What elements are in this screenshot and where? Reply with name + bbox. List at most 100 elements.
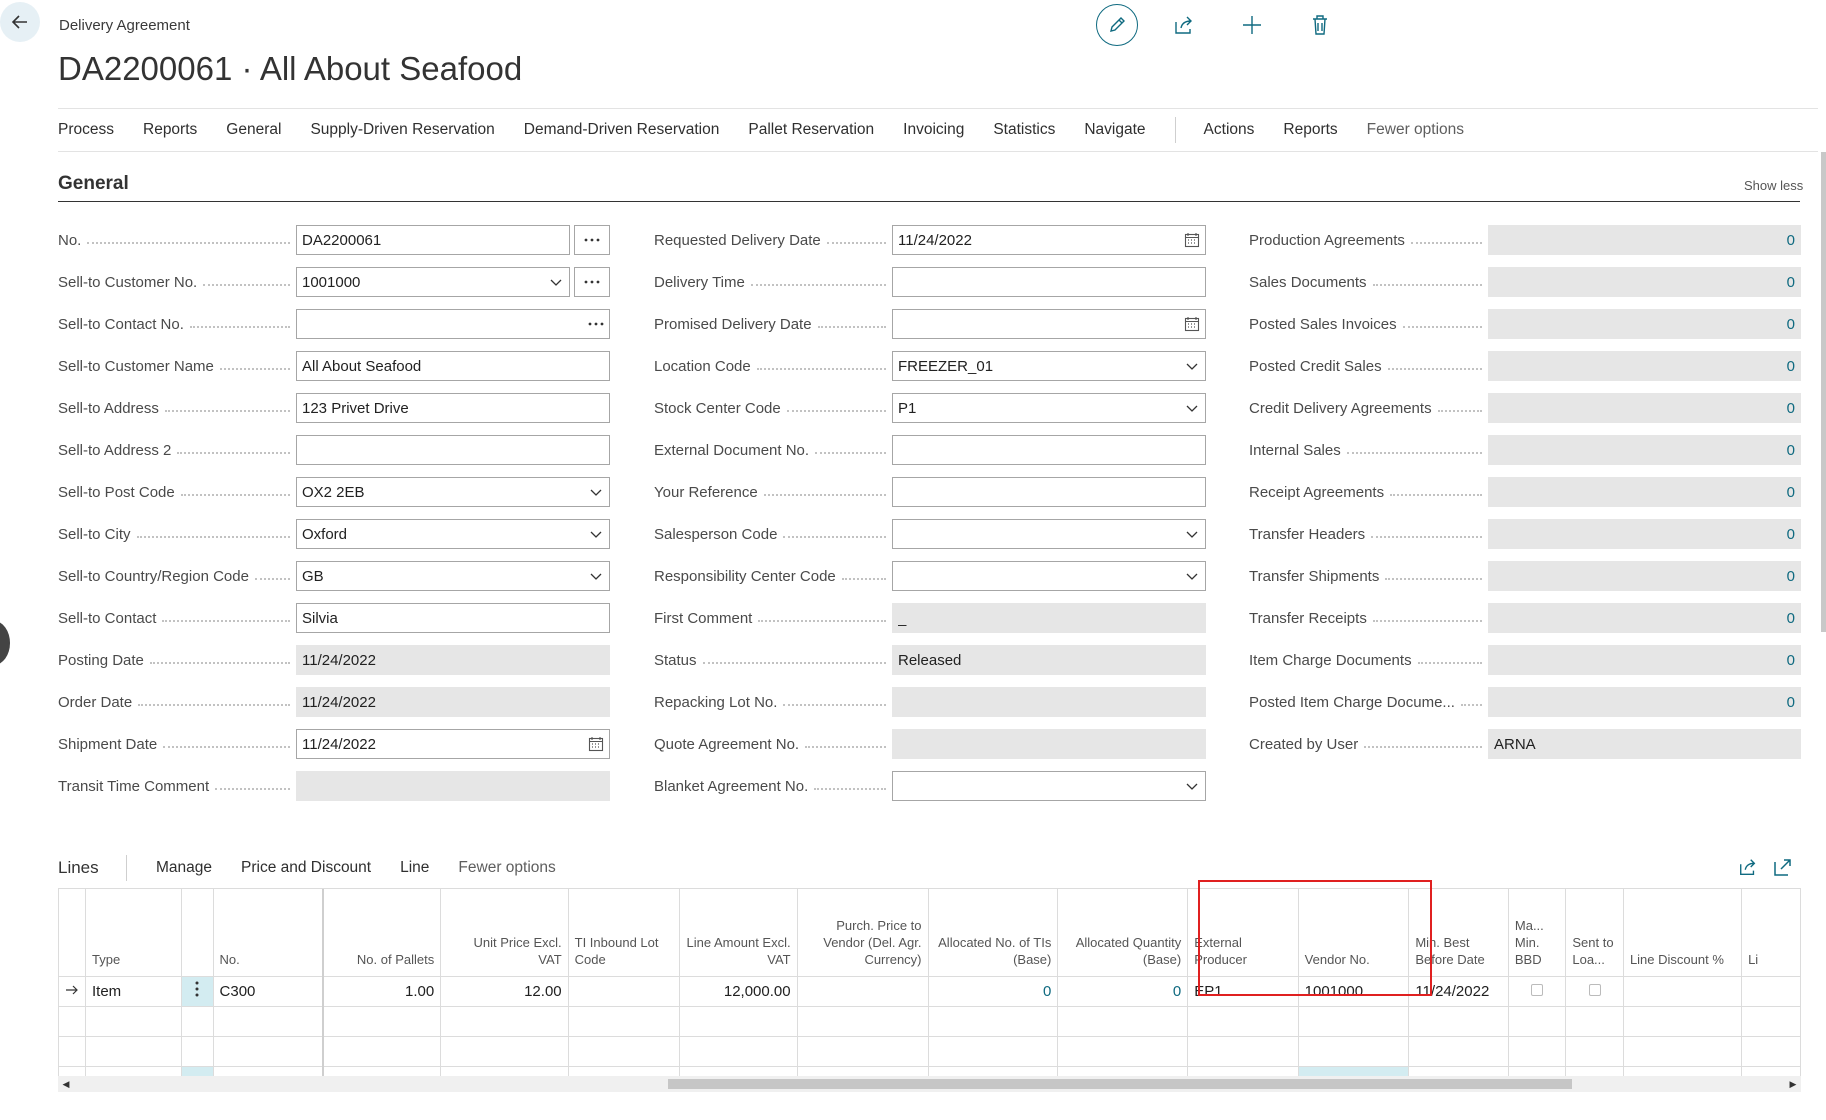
scrollbar-thumb[interactable]: [668, 1079, 1572, 1089]
lines-share-button[interactable]: [1737, 856, 1759, 878]
cell-ti-lot[interactable]: [568, 975, 680, 1006]
col-header-pallets[interactable]: No. of Pallets: [322, 889, 442, 976]
col-header-ma-min-bbd[interactable]: Ma... Min. BBD: [1508, 889, 1567, 976]
col-header-unit-price[interactable]: Unit Price Excl. VAT: [440, 889, 569, 976]
cell-line-amount[interactable]: 12,000.00: [679, 975, 798, 1006]
sell-to-customer-no-field[interactable]: 1001000: [296, 267, 570, 297]
table-row[interactable]: [59, 1005, 1801, 1036]
col-header-sent-to-loa[interactable]: Sent to Loa...: [1565, 889, 1624, 976]
sell-to-contact-no-field[interactable]: [296, 309, 610, 339]
external-document-no-field[interactable]: [892, 435, 1206, 465]
sell-to-city-field[interactable]: Oxford: [296, 519, 610, 549]
col-header-purch-price[interactable]: Purch. Price to Vendor (Del. Agr. Curren…: [797, 889, 929, 976]
lines-expand-button[interactable]: [1772, 856, 1794, 878]
menu-general[interactable]: General: [226, 121, 281, 139]
lines-menu-manage[interactable]: Manage: [156, 859, 212, 877]
sales-documents-label: Sales Documents: [1249, 272, 1482, 292]
posted-item-charge-docume-field[interactable]: 0: [1488, 687, 1801, 717]
sales-documents-field[interactable]: 0: [1488, 267, 1801, 297]
menu-reports[interactable]: Reports: [143, 121, 197, 139]
delete-button[interactable]: [1298, 4, 1342, 46]
checkbox[interactable]: [1588, 983, 1601, 996]
lines-fewer-options[interactable]: Fewer options: [458, 859, 555, 877]
posted-credit-sales-field[interactable]: 0: [1488, 351, 1801, 381]
table-row[interactable]: [59, 1035, 1801, 1066]
requested-delivery-date-field[interactable]: 11/24/2022: [892, 225, 1206, 255]
show-less-link[interactable]: Show less: [1744, 178, 1803, 193]
blanket-agreement-no-field[interactable]: [892, 771, 1206, 801]
cell-li[interactable]: [1741, 975, 1801, 1006]
lines-menu-price-discount[interactable]: Price and Discount: [241, 859, 371, 877]
menu-pallet-reservation[interactable]: Pallet Reservation: [748, 121, 874, 139]
sell-to-address-2-field[interactable]: [296, 435, 610, 465]
label-dots: [189, 326, 290, 328]
share-button[interactable]: [1162, 4, 1206, 46]
menu-demand-driven-reservation[interactable]: Demand-Driven Reservation: [524, 121, 720, 139]
col-header-line-amount[interactable]: Line Amount Excl. VAT: [679, 889, 798, 976]
menu-reports-2[interactable]: Reports: [1283, 121, 1337, 139]
cell-alloc-tis[interactable]: 0: [928, 975, 1059, 1006]
scroll-left-arrow-icon[interactable]: ◀: [58, 1076, 74, 1092]
cell-no[interactable]: C300: [213, 975, 324, 1006]
new-button[interactable]: [1230, 4, 1274, 46]
row-menu-button[interactable]: [181, 975, 214, 1006]
cell-type[interactable]: Item: [85, 975, 183, 1006]
sell-to-country-region-code-field[interactable]: GB: [296, 561, 610, 591]
your-reference-field[interactable]: [892, 477, 1206, 507]
cell-alloc-qty[interactable]: 0: [1057, 975, 1189, 1006]
fewer-options-button[interactable]: Fewer options: [1367, 121, 1464, 139]
col-header-line-discount[interactable]: Line Discount %: [1623, 889, 1743, 976]
col-header-ti-lot[interactable]: TI Inbound Lot Code: [568, 889, 680, 976]
menu-navigate[interactable]: Navigate: [1084, 121, 1145, 139]
side-panel-handle[interactable]: [0, 621, 10, 665]
item-charge-documents-field[interactable]: 0: [1488, 645, 1801, 675]
cell-purch-price[interactable]: [797, 975, 929, 1006]
receipt-agreements-field[interactable]: 0: [1488, 477, 1801, 507]
cell-line-discount[interactable]: [1623, 975, 1743, 1006]
transfer-shipments-field[interactable]: 0: [1488, 561, 1801, 591]
col-header-no[interactable]: No.: [213, 889, 324, 976]
sell-to-address-field[interactable]: 123 Privet Drive: [296, 393, 610, 423]
cell-unit-price[interactable]: 12.00: [440, 975, 569, 1006]
menu-supply-driven-reservation[interactable]: Supply-Driven Reservation: [310, 121, 494, 139]
cell-pallets[interactable]: 1.00: [322, 975, 442, 1006]
promised-delivery-date-field[interactable]: [892, 309, 1206, 339]
menu-invoicing[interactable]: Invoicing: [903, 121, 964, 139]
sell-to-customer-name-field[interactable]: All About Seafood: [296, 351, 610, 381]
checkbox[interactable]: [1531, 983, 1544, 996]
transfer-headers-field[interactable]: 0: [1488, 519, 1801, 549]
vertical-scrollbar[interactable]: [1821, 152, 1826, 632]
back-button[interactable]: [0, 2, 40, 42]
lines-menu-line[interactable]: Line: [400, 859, 429, 877]
credit-delivery-agreements-field[interactable]: 0: [1488, 393, 1801, 423]
col-header-li[interactable]: Li: [1741, 889, 1801, 976]
sell-to-post-code-field[interactable]: OX2 2EB: [296, 477, 610, 507]
col-header-type[interactable]: Type: [85, 889, 183, 976]
cell-sent-to-loa[interactable]: [1565, 975, 1624, 1006]
location-code-field[interactable]: FREEZER_01: [892, 351, 1206, 381]
col-header-alloc-qty[interactable]: Allocated Quantity (Base): [1057, 889, 1189, 976]
internal-sales-field[interactable]: 0: [1488, 435, 1801, 465]
sell-to-contact-field[interactable]: Silvia: [296, 603, 610, 633]
sell-to-customer-no-lookup-button[interactable]: [574, 267, 610, 297]
menu-process[interactable]: Process: [58, 121, 114, 139]
shipment-date-field[interactable]: 11/24/2022: [296, 729, 610, 759]
menu-statistics[interactable]: Statistics: [993, 121, 1055, 139]
edit-button[interactable]: [1096, 4, 1138, 46]
menu-actions[interactable]: Actions: [1204, 121, 1255, 139]
horizontal-scrollbar[interactable]: ◀ ▶: [58, 1076, 1801, 1092]
table-row[interactable]: Item C300 1.00 12.00 12,000.00 0 0 EP1 1…: [59, 975, 1801, 1006]
no-field[interactable]: DA2200061: [296, 225, 570, 255]
salesperson-code-field[interactable]: [892, 519, 1206, 549]
cell-ma-min-bbd[interactable]: [1508, 975, 1567, 1006]
production-agreements-field[interactable]: 0: [1488, 225, 1801, 255]
no-lookup-button[interactable]: [574, 225, 610, 255]
stock-center-code-field[interactable]: P1: [892, 393, 1206, 423]
col-header-alloc-tis[interactable]: Allocated No. of TIs (Base): [928, 889, 1059, 976]
table-row[interactable]: [59, 1065, 1801, 1076]
responsibility-center-code-field[interactable]: [892, 561, 1206, 591]
scroll-right-arrow-icon[interactable]: ▶: [1785, 1076, 1801, 1092]
delivery-time-field[interactable]: [892, 267, 1206, 297]
transfer-receipts-field[interactable]: 0: [1488, 603, 1801, 633]
posted-sales-invoices-field[interactable]: 0: [1488, 309, 1801, 339]
